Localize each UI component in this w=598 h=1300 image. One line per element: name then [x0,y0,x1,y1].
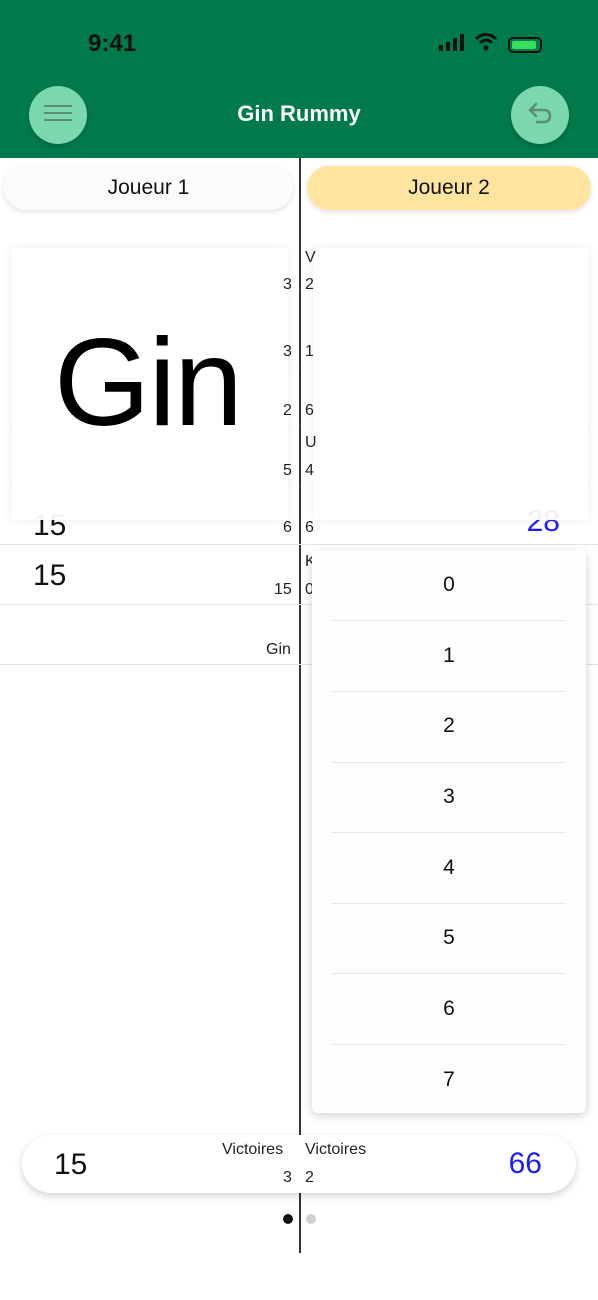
undo-icon [526,99,554,132]
right-value: 4 [305,462,314,479]
left-value: 3 [283,343,292,360]
page-dot-inactive[interactable] [306,1214,316,1224]
gin-large-label: Gin [54,314,243,452]
left-value: 3 [283,276,292,293]
footer-left-label: Victoires [222,1141,284,1158]
left-value: 15 [274,581,292,598]
picker-option[interactable]: 2 [312,691,586,761]
picker-option[interactable]: 6 [312,974,586,1044]
overlay-right [313,248,588,520]
wifi-icon [474,33,498,56]
page-title: Gin Rummy [237,101,361,126]
header: 9:41 Gin Rummy [0,0,598,158]
status-icons [438,33,542,56]
picker-option[interactable]: 7 [312,1045,586,1115]
right-value: 1 [305,343,314,360]
footer-right-label: Victoires [305,1141,367,1158]
footer-right-score: 66 [508,1147,542,1180]
picker-option[interactable]: 4 [312,833,586,903]
footer-score-bar: 15 Victoires 3 Victoires 2 66 [22,1135,576,1193]
left-value: 6 [283,519,292,536]
signal-icon [438,33,464,56]
page-dot-active[interactable] [283,1214,293,1224]
footer-left-wins: 3 [283,1169,292,1186]
footer-left-score: 15 [54,1148,88,1181]
player-2-button[interactable]: Joueur 2 [307,166,591,210]
undo-button[interactable] [511,86,569,144]
player-1-button[interactable]: Joueur 1 [4,166,293,210]
right-value: 2 [305,276,314,293]
picker-option[interactable]: 1 [312,621,586,691]
left-value: 2 [283,402,292,419]
footer-right-wins: 2 [305,1169,314,1186]
left-value: 5 [283,462,292,479]
right-value: 6 [305,402,314,419]
number-picker[interactable]: 0 1 2 3 4 5 6 7 [312,550,586,1113]
battery-icon [508,36,542,53]
right-value: 6 [305,519,314,536]
gin-label: Gin [266,641,291,658]
player-1-label: Joueur 1 [107,176,190,199]
right-letter: V [305,249,316,266]
player-2-label: Joueur 2 [408,176,490,199]
picker-option[interactable]: 0 [312,550,586,620]
status-time: 9:41 [88,30,137,57]
right-letter: U [305,434,317,451]
left-score: 15 [33,559,67,592]
picker-option[interactable]: 3 [312,762,586,832]
picker-option[interactable]: 5 [312,903,586,973]
